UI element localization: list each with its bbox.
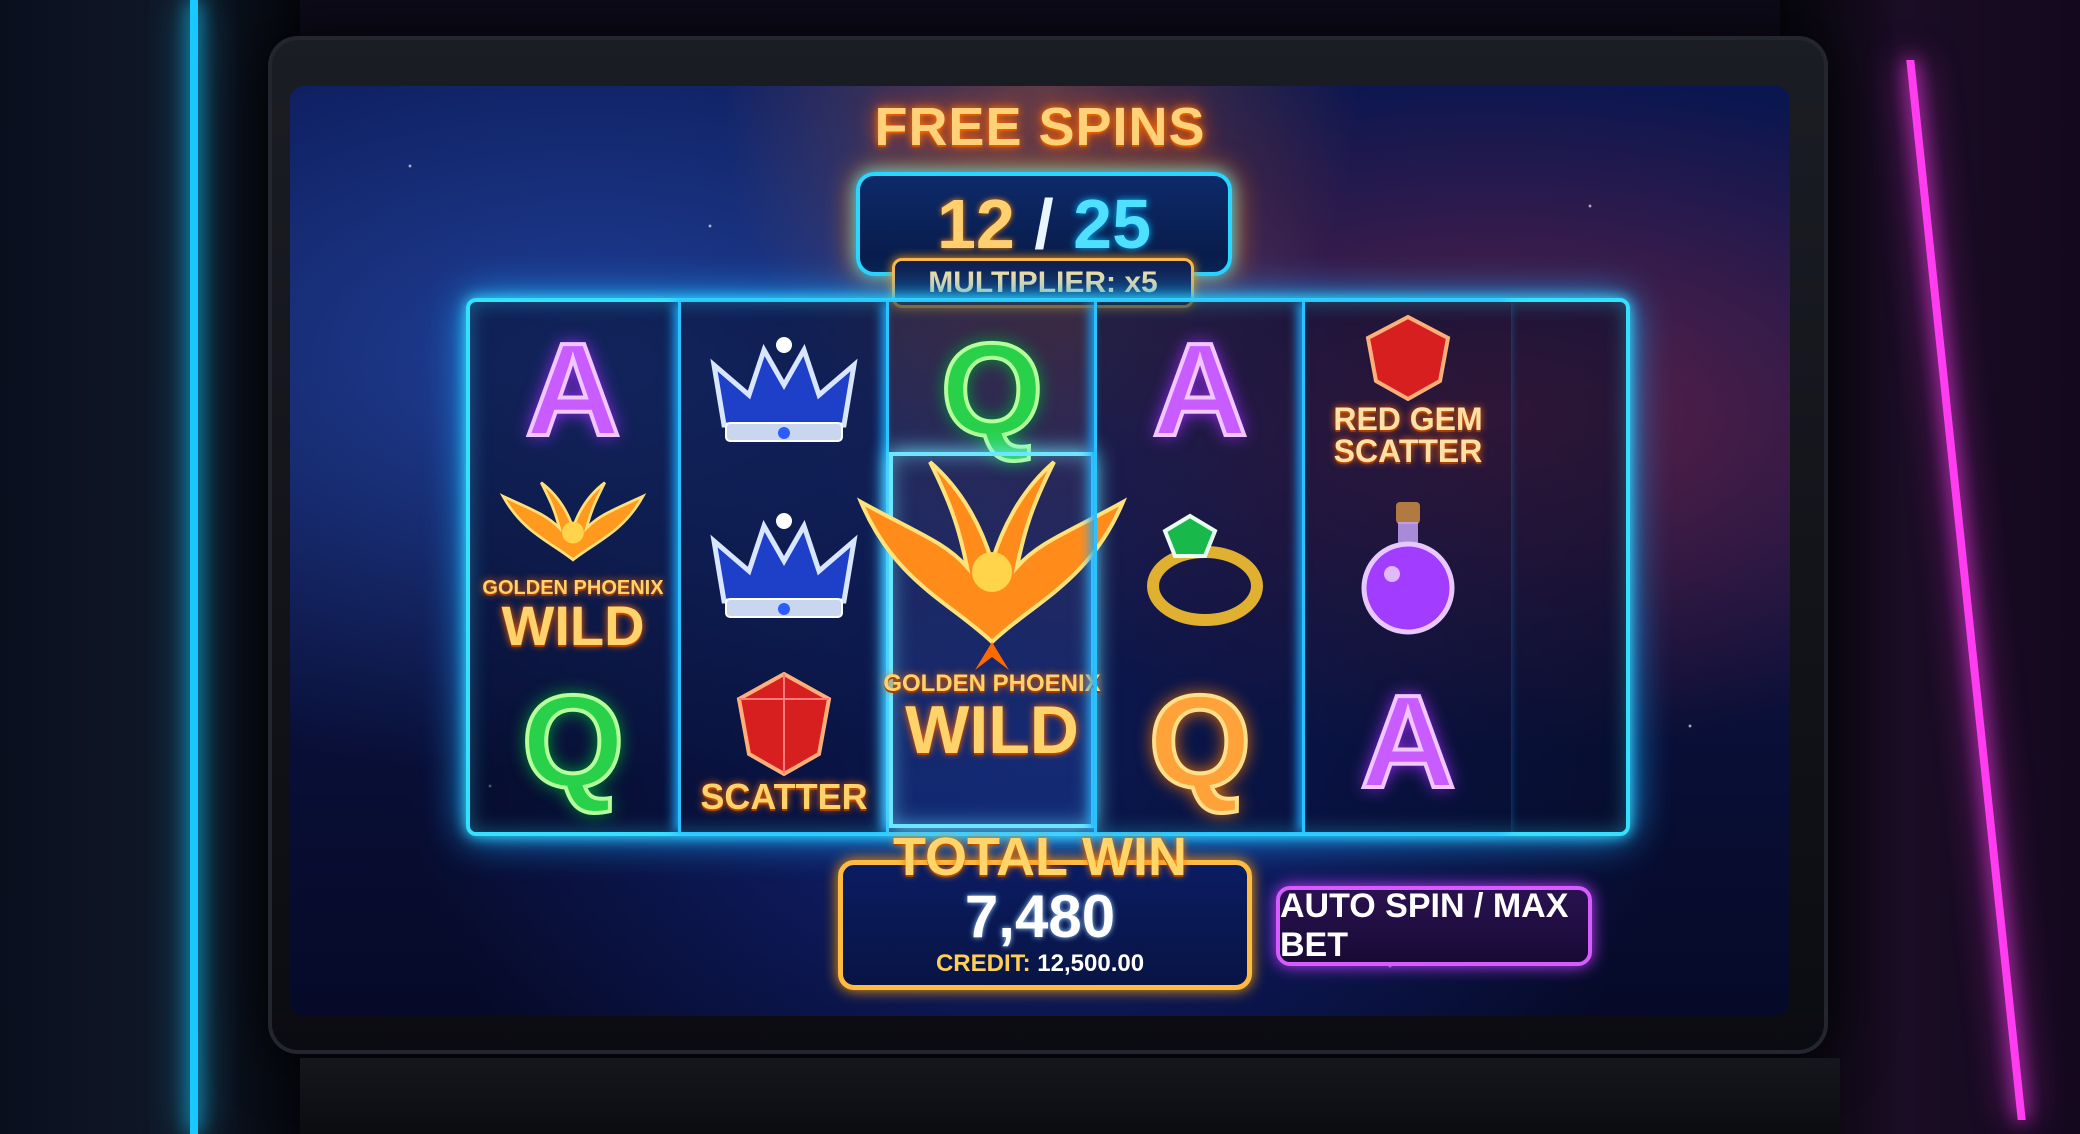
symbol-a: A <box>470 302 676 478</box>
red-gem-label-line2: SCATTER <box>1333 433 1483 469</box>
phoenix-icon <box>499 481 647 562</box>
spins-total: 25 <box>1073 185 1152 263</box>
symbol-q: Q <box>470 654 676 830</box>
total-win-value: 7,480 <box>964 883 1116 950</box>
reel-4: A Q <box>1094 302 1303 832</box>
wild-label: WILD <box>905 692 1079 768</box>
reel-grid: A GOLDEN PHOENIX WILD Q SCATTER Q GOLDEN… <box>466 298 1630 836</box>
wild-label: WILD <box>501 594 645 657</box>
red-gem-icon <box>1365 314 1451 402</box>
left-neon-strip <box>190 0 198 1134</box>
scatter-label: SCATTER <box>700 776 868 817</box>
game-screen: FREE SPINS 12 / 25 MULTIPLIER: x5 A GOLD… <box>290 86 1790 1016</box>
red-gem-icon <box>736 671 832 777</box>
reel-3: Q GOLDEN PHOENIX WILD <box>856 302 1128 832</box>
credit-display: CREDIT: 12,500.00 <box>838 950 1242 978</box>
credit-value: 12,500.00 <box>1037 950 1145 977</box>
machine-base <box>300 1058 1840 1134</box>
symbol-letter: A <box>523 316 622 463</box>
potion-icon <box>1305 478 1511 654</box>
symbol-letter: Q <box>939 316 1046 463</box>
symbol-a: A <box>1097 302 1303 478</box>
symbol-letter: A <box>1358 668 1457 815</box>
spins-separator: / <box>1034 185 1054 263</box>
auto-spin-max-bet-button[interactable]: AUTO SPIN / MAX BET <box>1276 886 1592 966</box>
reel-5: RED GEM SCATTER A <box>1302 302 1511 832</box>
spins-done: 12 <box>936 185 1015 263</box>
phoenix-icon <box>856 460 1128 670</box>
red-gem-scatter: RED GEM SCATTER <box>1305 302 1511 478</box>
symbol-letter: A <box>1150 316 1249 463</box>
symbol-letter: Q <box>1147 668 1254 815</box>
golden-phoenix-wild: GOLDEN PHOENIX WILD <box>470 478 676 654</box>
credit-label: CREDIT: <box>935 950 1031 977</box>
reel-1: A GOLDEN PHOENIX WILD Q <box>470 302 676 832</box>
symbol-letter: Q <box>520 668 627 815</box>
symbol-a: A <box>1305 654 1511 830</box>
symbol-q: Q <box>1097 654 1303 830</box>
emerald-ring-icon <box>1097 478 1303 654</box>
left-cabinet <box>0 0 300 1134</box>
free-spins-title: FREE SPINS <box>874 97 1206 157</box>
total-win-title: TOTAL WIN <box>893 827 1187 887</box>
right-neon-strip <box>1906 60 2026 1120</box>
red-gem-label-line1: RED GEM <box>1333 401 1483 437</box>
golden-phoenix-wild-expanded: GOLDEN PHOENIX WILD <box>855 452 1129 828</box>
